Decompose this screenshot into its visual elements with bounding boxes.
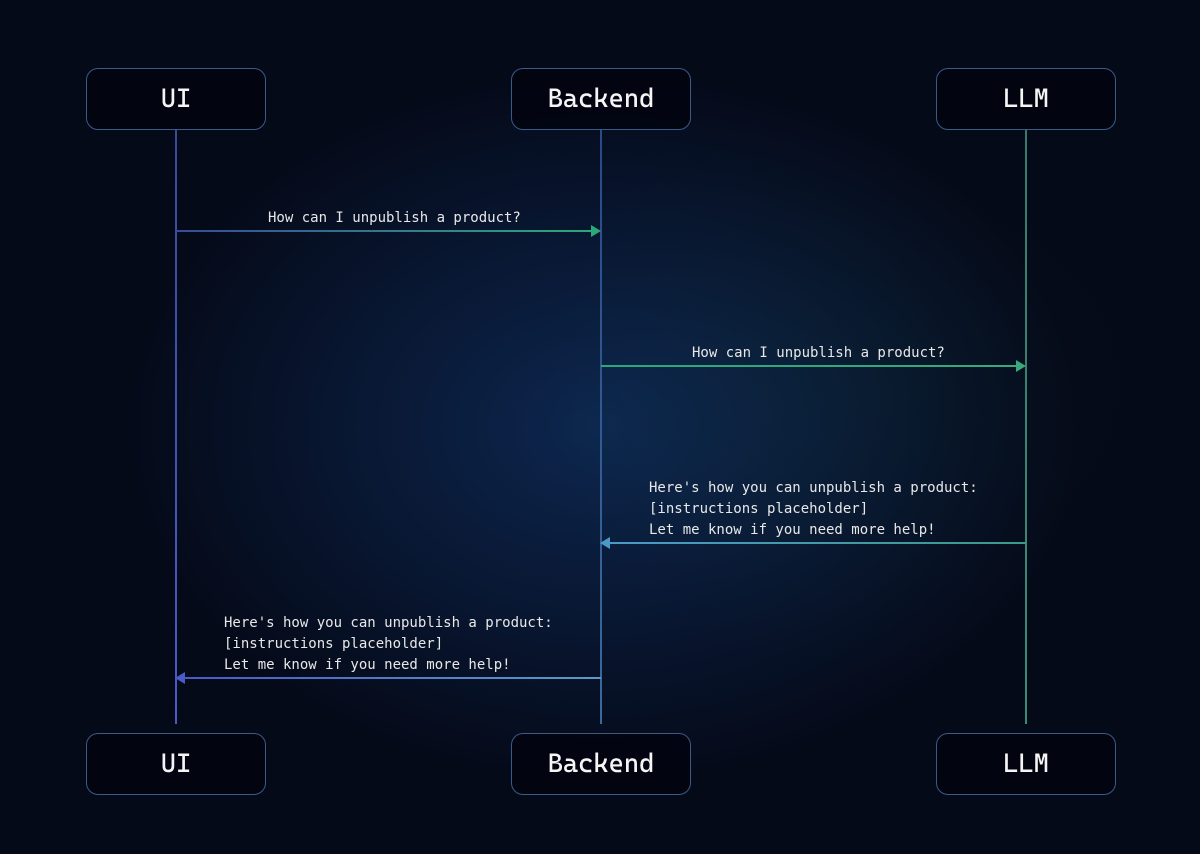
message-1-arrowhead (591, 225, 601, 237)
lifeline-ui (175, 130, 177, 724)
participant-ui-bottom: UI (86, 733, 266, 795)
participant-backend-bottom: Backend (511, 733, 691, 795)
message-2-arrow (601, 365, 1016, 367)
participant-ui-top: UI (86, 68, 266, 130)
participant-llm-bottom: LLM (936, 733, 1116, 795)
lifeline-backend (600, 130, 602, 724)
participant-backend-bottom-label: Backend (548, 749, 655, 779)
message-4-arrow (185, 677, 601, 679)
message-3-text: Here's how you can unpublish a product: … (649, 478, 978, 541)
participant-llm-top-label: LLM (1003, 84, 1049, 114)
participant-ui-bottom-label: UI (161, 749, 191, 779)
message-3-arrowhead (600, 537, 610, 549)
participant-llm-top: LLM (936, 68, 1116, 130)
message-2-arrowhead (1016, 360, 1026, 372)
message-4-arrowhead (175, 672, 185, 684)
message-4-text: Here's how you can unpublish a product: … (224, 613, 553, 676)
participant-ui-top-label: UI (161, 84, 191, 114)
participant-backend-top-label: Backend (548, 84, 655, 114)
participant-llm-bottom-label: LLM (1003, 749, 1049, 779)
participant-backend-top: Backend (511, 68, 691, 130)
lifeline-llm (1025, 130, 1027, 724)
message-1-text: How can I unpublish a product? (268, 208, 521, 229)
message-1-arrow (176, 230, 591, 232)
message-2-text: How can I unpublish a product? (692, 343, 945, 364)
message-3-arrow (610, 542, 1026, 544)
